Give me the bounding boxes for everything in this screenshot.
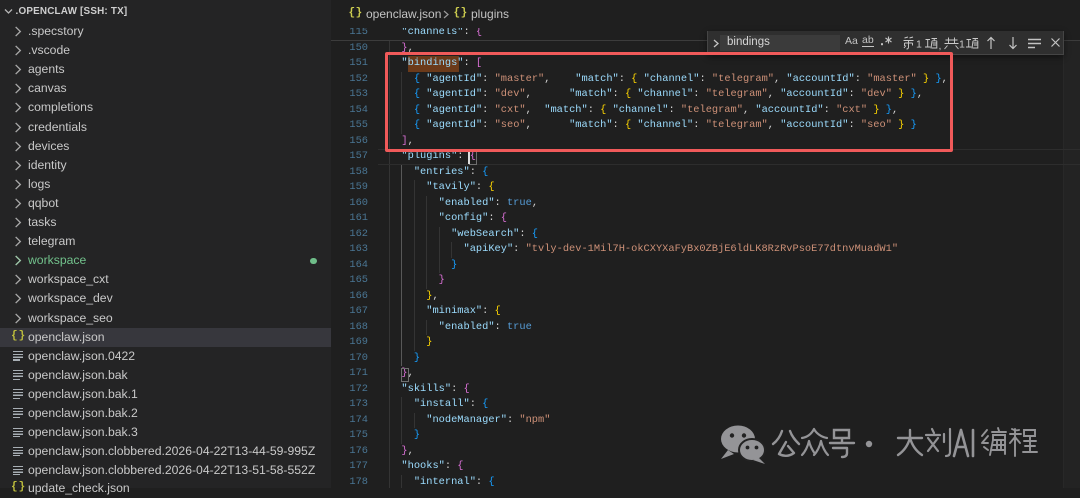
svg-text:1: 1	[959, 39, 965, 51]
svg-text:,: ,	[939, 40, 942, 51]
svg-text:1: 1	[916, 39, 922, 51]
